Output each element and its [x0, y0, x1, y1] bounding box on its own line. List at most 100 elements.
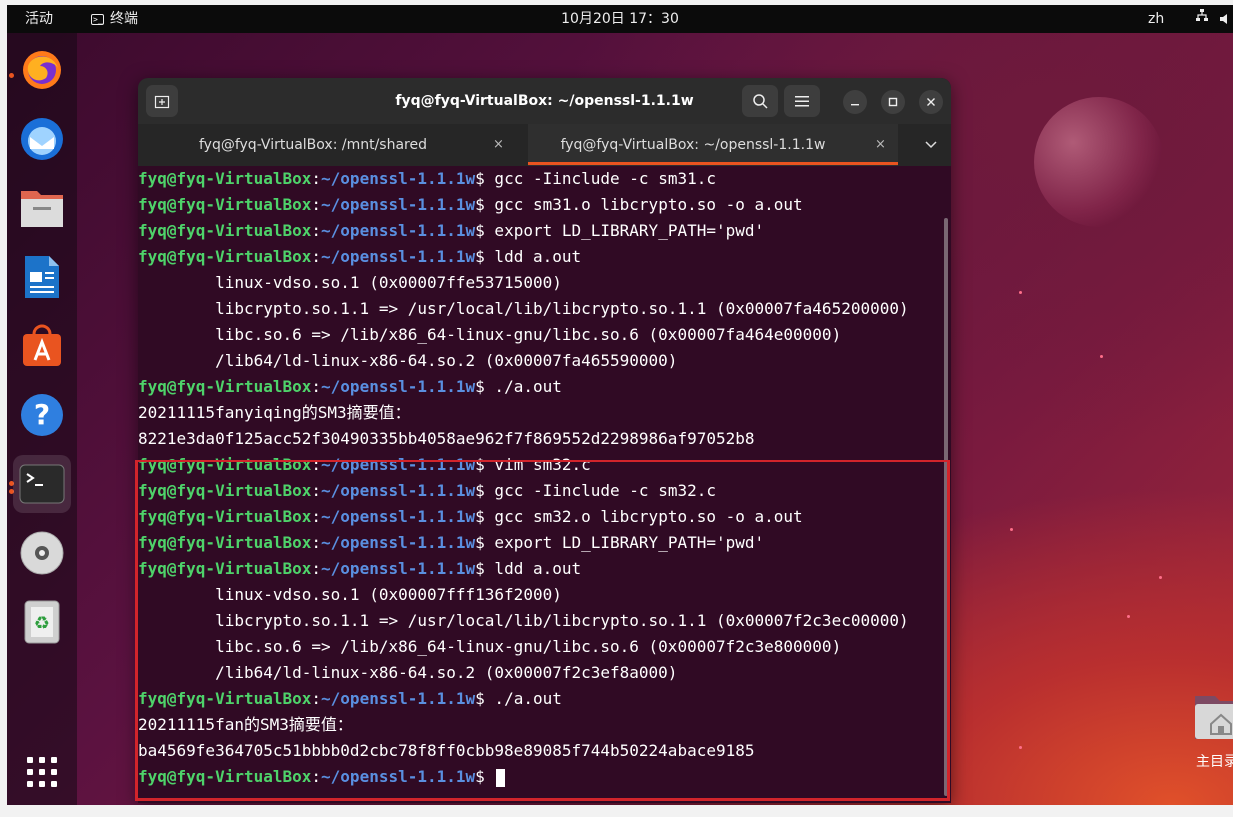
prompt-user: fyq@fyq-VirtualBox: [138, 507, 312, 526]
wallpaper-planet: [1034, 97, 1164, 227]
tab-close-icon[interactable]: ×: [493, 124, 504, 166]
tab-overflow-button[interactable]: [916, 124, 946, 166]
menu-button[interactable]: [784, 85, 820, 117]
prompt-separator: :: [311, 481, 322, 500]
wallpaper-star: [1019, 746, 1022, 749]
prompt-user: fyq@fyq-VirtualBox: [138, 247, 312, 266]
prompt-line: fyq@fyq-VirtualBox:~/openssl-1.1.1w$ gcc…: [138, 478, 716, 504]
tab-label: fyq@fyq-VirtualBox: /mnt/shared: [198, 137, 427, 153]
prompt-symbol: $: [475, 767, 485, 786]
prompt-separator: :: [311, 455, 322, 474]
prompt-separator: :: [311, 247, 322, 266]
prompt-symbol: $: [475, 559, 485, 578]
prompt-separator: :: [311, 689, 322, 708]
wallpaper-star: [1127, 615, 1130, 618]
app-menu-label: 终端: [110, 11, 138, 27]
command-text: gcc sm31.o libcrypto.so -o a.out: [484, 195, 803, 214]
tab-mnt-shared[interactable]: fyq@fyq-VirtualBox: /mnt/shared ×: [138, 124, 528, 166]
prompt-symbol: $: [475, 169, 485, 188]
new-tab-button[interactable]: [146, 85, 178, 117]
maximize-icon: [888, 97, 898, 107]
firefox-icon[interactable]: [13, 41, 71, 99]
thunderbird-icon[interactable]: [13, 110, 71, 168]
window-titlebar[interactable]: fyq@fyq-VirtualBox: ~/openssl-1.1.1w: [138, 78, 951, 124]
prompt-user: fyq@fyq-VirtualBox: [138, 559, 312, 578]
prompt-separator: :: [311, 377, 322, 396]
dvd-icon[interactable]: [13, 524, 71, 582]
svg-text:?: ?: [34, 398, 50, 431]
scrollbar[interactable]: [944, 218, 948, 796]
prompt-path: ~/openssl-1.1.1w: [321, 455, 476, 474]
prompt-line: fyq@fyq-VirtualBox:~/openssl-1.1.1w$ vim…: [138, 452, 591, 478]
prompt-symbol: $: [475, 481, 485, 500]
prompt-separator: :: [311, 533, 322, 552]
prompt-user: fyq@fyq-VirtualBox: [138, 533, 312, 552]
output-line: libcrypto.so.1.1 => /usr/local/lib/libcr…: [138, 611, 909, 630]
prompt-symbol: $: [475, 221, 485, 240]
command-text: export LD_LIBRARY_PATH='pwd': [484, 533, 765, 552]
output-line: libcrypto.so.1.1 => /usr/local/lib/libcr…: [138, 299, 909, 318]
command-text: vim sm32.c: [484, 455, 591, 474]
chevron-down-icon: [925, 141, 937, 149]
command-text: gcc -Iinclude -c sm32.c: [484, 481, 716, 500]
trash-icon[interactable]: ♻: [13, 593, 71, 651]
prompt-line: fyq@fyq-VirtualBox:~/openssl-1.1.1w$ ./a…: [138, 686, 562, 712]
prompt-separator: :: [311, 195, 322, 214]
prompt-line: fyq@fyq-VirtualBox:~/openssl-1.1.1w$ exp…: [138, 530, 764, 556]
search-button[interactable]: [742, 85, 778, 117]
command-text: ldd a.out: [484, 559, 582, 578]
wallpaper-star: [1100, 355, 1103, 358]
terminal-window: fyq@fyq-VirtualBox: ~/openssl-1.1.1w fyq…: [138, 78, 951, 803]
terminal-icon[interactable]: [13, 455, 71, 513]
prompt-line: fyq@fyq-VirtualBox:~/openssl-1.1.1w$ gcc…: [138, 166, 716, 192]
tab-openssl[interactable]: fyq@fyq-VirtualBox: ~/openssl-1.1.1w ×: [528, 124, 898, 166]
libreoffice-writer-icon[interactable]: [13, 248, 71, 306]
input-language-indicator[interactable]: zh: [1148, 5, 1164, 33]
prompt-path: ~/openssl-1.1.1w: [321, 377, 476, 396]
prompt-path: ~/openssl-1.1.1w: [321, 507, 476, 526]
terminal-app-icon: >_: [91, 13, 104, 25]
home-folder-label: 主目录: [1196, 754, 1233, 770]
app-menu[interactable]: >_ 终端: [91, 5, 138, 33]
output-line: 20211115fanyiqing的SM3摘要值：: [138, 403, 411, 422]
prompt-user: fyq@fyq-VirtualBox: [138, 481, 312, 500]
command-text: [485, 767, 495, 786]
prompt-user: fyq@fyq-VirtualBox: [138, 767, 312, 786]
active-tab-indicator: [528, 162, 898, 165]
close-window-button[interactable]: [919, 90, 943, 114]
prompt-user: fyq@fyq-VirtualBox: [138, 377, 312, 396]
show-apps-icon[interactable]: [13, 743, 71, 801]
prompt-symbol: $: [475, 507, 485, 526]
network-icon[interactable]: [1195, 5, 1209, 33]
output-line: /lib64/ld-linux-x86-64.so.2 (0x00007fa46…: [138, 351, 678, 370]
help-icon[interactable]: ?: [13, 386, 71, 444]
terminal-output[interactable]: fyq@fyq-VirtualBox:~/openssl-1.1.1w$ gcc…: [138, 166, 951, 803]
clock[interactable]: 10月20日 17：30: [561, 11, 679, 27]
activities-button[interactable]: 活动: [25, 5, 53, 33]
wallpaper-star: [1010, 528, 1013, 531]
prompt-symbol: $: [475, 377, 485, 396]
minimize-icon: [851, 104, 859, 106]
prompt-symbol: $: [475, 689, 485, 708]
app-center-icon[interactable]: [13, 317, 71, 375]
prompt-symbol: $: [475, 195, 485, 214]
output-line: 8221e3da0f125acc52f30490335bb4058ae962f7…: [138, 429, 755, 448]
output-line: ba4569fe364705c51bbbb0d2cbc78f8ff0cbb98e…: [138, 741, 755, 760]
tab-close-icon[interactable]: ×: [875, 124, 886, 166]
prompt-user: fyq@fyq-VirtualBox: [138, 455, 312, 474]
prompt-symbol: $: [475, 455, 485, 474]
prompt-user: fyq@fyq-VirtualBox: [138, 689, 312, 708]
home-folder-icon[interactable]: [1191, 688, 1233, 748]
prompt-separator: :: [311, 507, 322, 526]
minimize-button[interactable]: [843, 90, 867, 114]
prompt-path: ~/openssl-1.1.1w: [321, 559, 476, 578]
maximize-button[interactable]: [881, 90, 905, 114]
prompt-user: fyq@fyq-VirtualBox: [138, 221, 312, 240]
window-title: fyq@fyq-VirtualBox: ~/openssl-1.1.1w: [395, 93, 694, 109]
prompt-path: ~/openssl-1.1.1w: [321, 533, 476, 552]
prompt-symbol: $: [475, 247, 485, 266]
clock-area: 10月20日 17：30: [7, 5, 1233, 33]
tab-bar: fyq@fyq-VirtualBox: /mnt/shared × fyq@fy…: [138, 124, 951, 166]
volume-icon[interactable]: [1219, 5, 1233, 33]
files-icon[interactable]: [13, 179, 71, 237]
